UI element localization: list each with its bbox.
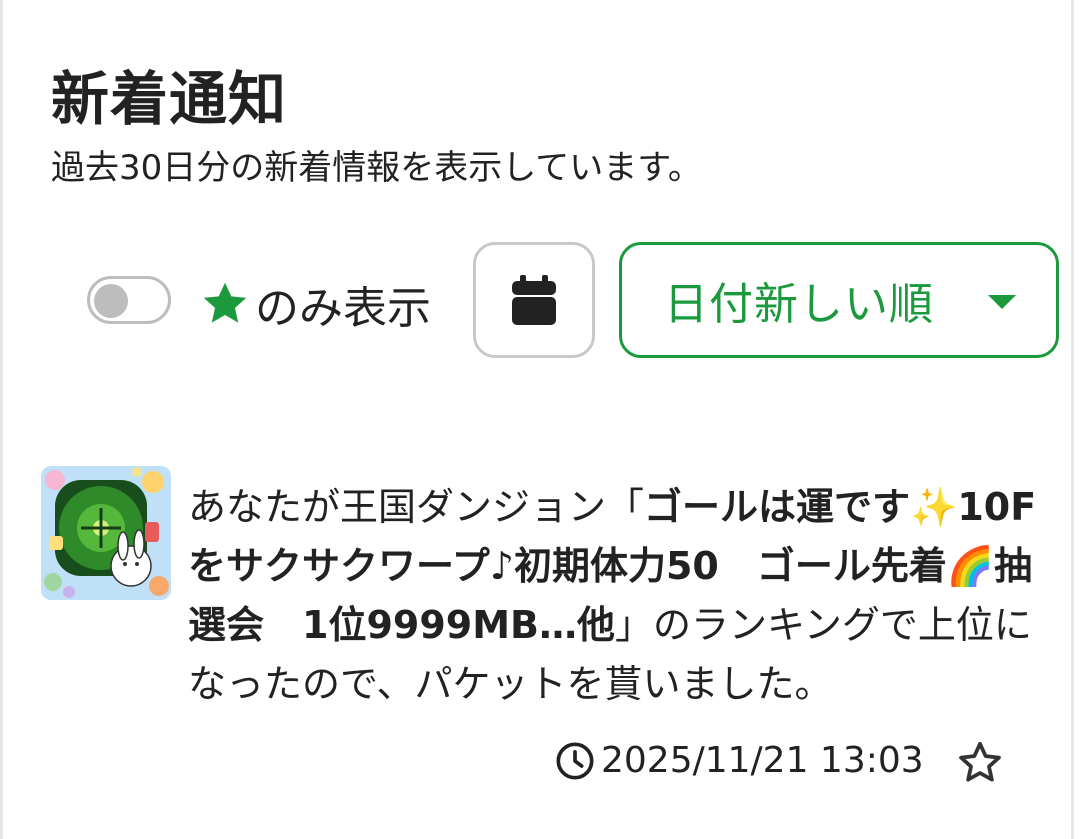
sort-order-select[interactable]: 日付新しい順 — [619, 242, 1059, 358]
message-quote-open: 「 — [606, 485, 645, 529]
message-text-pre: あなたが王国ダンジョン — [188, 485, 607, 529]
notification-thumbnail[interactable] — [41, 466, 171, 600]
star-outline-icon[interactable] — [955, 738, 1005, 788]
toggle-knob — [94, 284, 128, 318]
star-only-label: のみ表示 — [255, 283, 431, 334]
message-quote-close: 」 — [614, 603, 653, 647]
notification-message[interactable]: あなたが王国ダンジョン「ゴールは運です✨10Fをサクサクワープ♪初期体力50 ゴ… — [188, 478, 1038, 714]
calendar-icon — [512, 275, 556, 325]
page-title: 新着通知 — [51, 65, 288, 133]
notification-timestamp: 2025/11/21 13:03 — [555, 740, 924, 781]
calendar-button[interactable] — [473, 242, 595, 358]
star-only-label-group: のみ表示 — [199, 272, 431, 336]
star-filled-icon — [203, 282, 247, 323]
clock-icon — [556, 742, 594, 779]
chevron-down-icon — [988, 295, 1016, 309]
timestamp-text: 2025/11/21 13:03 — [601, 740, 924, 781]
page-subtitle: 過去30日分の新着情報を表示しています。 — [51, 148, 702, 188]
star-only-toggle[interactable] — [87, 276, 171, 324]
sort-order-label: 日付新しい順 — [664, 279, 934, 330]
notification-panel: 新着通知 過去30日分の新着情報を表示しています。 のみ表示 日付新しい順 あな… — [0, 0, 1074, 839]
